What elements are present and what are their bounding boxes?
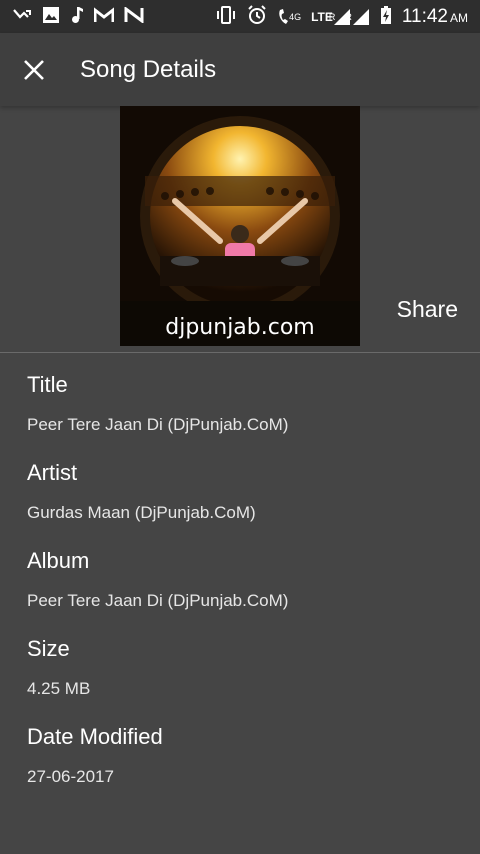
clock-ampm: AM <box>450 10 468 25</box>
album-art: djpunjab.com <box>120 106 360 346</box>
divider <box>0 352 480 353</box>
missed-call-icon <box>12 7 32 26</box>
n-app-icon <box>124 6 144 26</box>
field-title: Title Peer Tere Jaan Di (DjPunjab.CoM) <box>27 370 457 436</box>
page-title: Song Details <box>80 55 217 83</box>
alarm-icon <box>247 5 267 28</box>
field-value: 27-06-2017 <box>27 767 114 786</box>
network-4g-label: 4G <box>289 11 302 22</box>
field-value: Gurdas Maan (DjPunjab.CoM) <box>27 503 256 522</box>
field-size: Size 4.25 MB <box>27 634 457 700</box>
gmail-icon <box>93 6 115 26</box>
share-button[interactable]: Share <box>397 296 458 323</box>
status-system: 4G LTE R R 11:42 AM <box>215 5 468 28</box>
field-label: Album <box>27 548 90 573</box>
close-icon <box>24 59 44 80</box>
signal-icon: LTE R <box>311 8 350 26</box>
image-icon <box>42 6 60 27</box>
field-label: Artist <box>27 460 78 485</box>
field-label: Date Modified <box>27 724 163 749</box>
wifi-call-icon: 4G <box>277 8 301 26</box>
field-album: Album Peer Tere Jaan Di (DjPunjab.CoM) <box>27 546 457 612</box>
field-artist: Artist Gurdas Maan (DjPunjab.CoM) <box>27 458 457 524</box>
song-details-list: Title Peer Tere Jaan Di (DjPunjab.CoM) A… <box>27 370 457 810</box>
app-bar: Song Details <box>0 33 480 106</box>
battery-charging-icon <box>380 5 392 28</box>
field-value: Peer Tere Jaan Di (DjPunjab.CoM) <box>27 415 289 434</box>
roaming-label: R <box>328 11 336 22</box>
field-date-modified: Date Modified 27-06-2017 <box>27 722 457 788</box>
signal-icon-2: R <box>345 8 370 26</box>
field-label: Size <box>27 636 70 661</box>
music-note-icon <box>70 6 84 27</box>
status-notifications <box>12 6 144 27</box>
field-value: 4.25 MB <box>27 679 91 698</box>
field-value: Peer Tere Jaan Di (DjPunjab.CoM) <box>27 591 289 610</box>
status-bar: 4G LTE R R 11:42 AM <box>0 0 480 33</box>
vibrate-icon <box>215 6 237 27</box>
clock: 11:42 AM <box>402 6 468 28</box>
album-art-watermark: djpunjab.com <box>165 315 314 340</box>
field-label: Title <box>27 372 68 397</box>
close-button[interactable] <box>18 54 50 86</box>
clock-time: 11:42 <box>401 5 448 27</box>
